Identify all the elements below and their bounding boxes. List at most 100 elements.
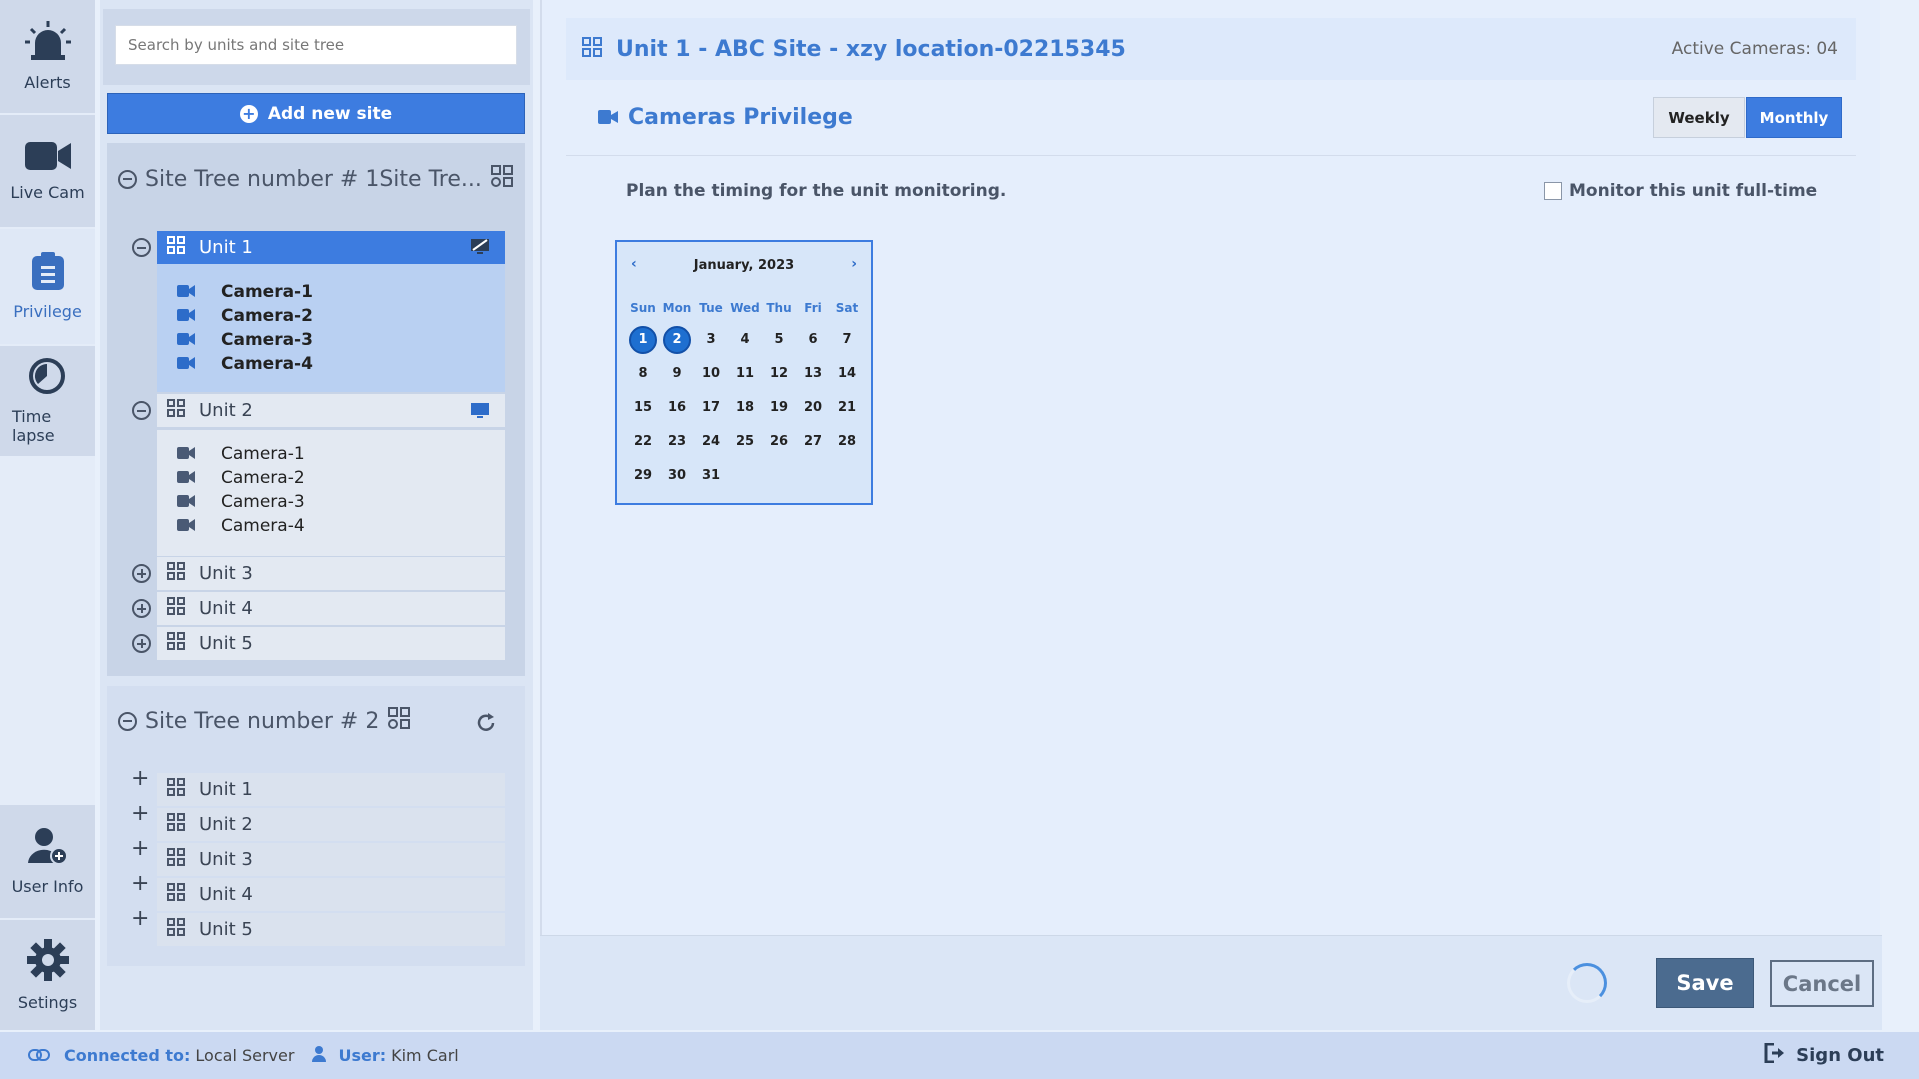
collapse-icon[interactable]: [118, 169, 137, 189]
calendar-day[interactable]: 28: [833, 428, 861, 456]
grid-icon: [167, 562, 185, 585]
calendar-day[interactable]: 25: [731, 428, 759, 456]
calendar-day[interactable]: 3: [697, 326, 725, 354]
calendar-day[interactable]: 5: [765, 326, 793, 354]
camera-item[interactable]: Camera-3: [177, 492, 305, 512]
calendar-day[interactable]: 10: [697, 360, 725, 388]
calendar-day[interactable]: 14: [833, 360, 861, 388]
expand-plus-icon[interactable]: +: [131, 873, 149, 895]
unit-2-collapse-icon[interactable]: [132, 401, 151, 420]
calendar-day[interactable]: 15: [629, 394, 657, 422]
site-tree-1-header[interactable]: Site Tree number # 1Site Tre...: [118, 164, 516, 194]
site-tree-2-title: Site Tree number # 2: [145, 708, 380, 734]
weekday-label: Wed: [730, 301, 760, 315]
calendar-day[interactable]: 29: [629, 462, 657, 490]
grid-icon: [167, 399, 185, 422]
nav-timelapse[interactable]: Time lapse: [0, 346, 95, 456]
site-tree-1-title: Site Tree number # 1Site Tre...: [145, 166, 482, 192]
monitor-off-icon[interactable]: [471, 239, 489, 260]
sign-out-button[interactable]: Sign Out: [1764, 1042, 1884, 1068]
monitor-icon[interactable]: [471, 403, 489, 424]
calendar-day[interactable]: 21: [833, 394, 861, 422]
calendar-day[interactable]: 1: [629, 326, 657, 354]
calendar-day[interactable]: 6: [799, 326, 827, 354]
calendar-day[interactable]: 30: [663, 462, 691, 490]
calendar-day[interactable]: 31: [697, 462, 725, 490]
collapse-icon[interactable]: [118, 711, 137, 731]
camera-item[interactable]: Camera-4: [177, 354, 313, 374]
calendar-day[interactable]: 9: [663, 360, 691, 388]
monitor-full-time-option[interactable]: Monitor this unit full-time: [1544, 181, 1817, 201]
unit-1-collapse-icon[interactable]: [132, 238, 151, 257]
calendar-day[interactable]: 22: [629, 428, 657, 456]
save-button[interactable]: Save: [1656, 958, 1754, 1008]
unit-4-expand-icon[interactable]: [132, 599, 151, 618]
tree1-unit-1-label: Unit 1: [199, 237, 253, 258]
calendar-day[interactable]: 17: [697, 394, 725, 422]
nav-settings[interactable]: Setings: [0, 920, 95, 1030]
tree2-unit-4[interactable]: Unit 4: [157, 878, 505, 911]
search-input[interactable]: Search by units and site tree: [115, 25, 517, 65]
user-label: User:: [338, 1046, 387, 1065]
tree1-unit-4[interactable]: Unit 4: [157, 592, 505, 625]
calendar-day[interactable]: 18: [731, 394, 759, 422]
nav-user-info[interactable]: User Info: [0, 805, 95, 918]
site-tree-2-header[interactable]: Site Tree number # 2: [118, 706, 413, 736]
left-nav: Alerts Live Cam Privilege Time lapse Use…: [0, 0, 95, 1030]
nav-live-cam[interactable]: Live Cam: [0, 115, 95, 227]
status-bar: Connected to: Local Server User: Kim Car…: [0, 1032, 1919, 1079]
calendar-day[interactable]: 2: [663, 326, 691, 354]
tree2-unit-3-label: Unit 3: [199, 849, 253, 870]
add-new-site-button[interactable]: + Add new site: [107, 93, 525, 134]
monitor-full-time-checkbox[interactable]: [1544, 182, 1562, 200]
tree2-unit-3[interactable]: Unit 3: [157, 843, 505, 876]
calendar-day[interactable]: 4: [731, 326, 759, 354]
calendar-day[interactable]: 13: [799, 360, 827, 388]
unit-header: Unit 1 - ABC Site - xzy location-0221534…: [566, 18, 1856, 80]
calendar-day[interactable]: 24: [697, 428, 725, 456]
next-month-icon[interactable]: ›: [851, 256, 857, 272]
cancel-button[interactable]: Cancel: [1770, 960, 1874, 1007]
expand-plus-icon[interactable]: +: [131, 768, 149, 790]
nav-alerts[interactable]: Alerts: [0, 0, 95, 113]
calendar-day[interactable]: 20: [799, 394, 827, 422]
tree2-unit-2[interactable]: Unit 2: [157, 808, 505, 841]
calendar-day[interactable]: 19: [765, 394, 793, 422]
unit-3-expand-icon[interactable]: [132, 564, 151, 583]
video-camera-icon: [24, 141, 71, 175]
tree1-unit-3[interactable]: Unit 3: [157, 557, 505, 590]
expand-plus-icon[interactable]: +: [131, 838, 149, 860]
monthly-button[interactable]: Monthly: [1746, 97, 1842, 138]
tree1-unit-4-label: Unit 4: [199, 598, 253, 619]
tree2-unit-1[interactable]: Unit 1: [157, 773, 505, 806]
refresh-icon[interactable]: [475, 712, 497, 738]
camera-item[interactable]: Camera-1: [177, 282, 313, 302]
calendar-day[interactable]: 16: [663, 394, 691, 422]
camera-item[interactable]: Camera-3: [177, 330, 313, 350]
unit-5-expand-icon[interactable]: [132, 634, 151, 653]
expand-plus-icon[interactable]: +: [131, 908, 149, 930]
calendar-day[interactable]: 27: [799, 428, 827, 456]
camera-icon: [177, 330, 195, 350]
tree1-unit-2[interactable]: Unit 2: [157, 394, 505, 427]
tree1-unit-1[interactable]: Unit 1: [157, 231, 505, 264]
camera-item[interactable]: Camera-1: [177, 444, 305, 464]
camera-icon: [177, 306, 195, 326]
nav-privilege[interactable]: Privilege: [0, 229, 95, 344]
tree2-unit-5[interactable]: Unit 5: [157, 913, 505, 946]
link-icon: [28, 1046, 50, 1065]
calendar-day[interactable]: 8: [629, 360, 657, 388]
calendar-day[interactable]: 7: [833, 326, 861, 354]
expand-plus-icon[interactable]: +: [131, 803, 149, 825]
clipboard-icon: [31, 252, 64, 294]
camera-item[interactable]: Camera-2: [177, 306, 313, 326]
calendar-day[interactable]: 11: [731, 360, 759, 388]
calendar-day[interactable]: 23: [663, 428, 691, 456]
camera-item[interactable]: Camera-2: [177, 468, 305, 488]
grid-icon: [167, 918, 185, 941]
calendar-day[interactable]: 12: [765, 360, 793, 388]
calendar-day[interactable]: 26: [765, 428, 793, 456]
camera-item[interactable]: Camera-4: [177, 516, 305, 536]
weekly-button[interactable]: Weekly: [1653, 97, 1745, 138]
tree1-unit-5[interactable]: Unit 5: [157, 627, 505, 660]
